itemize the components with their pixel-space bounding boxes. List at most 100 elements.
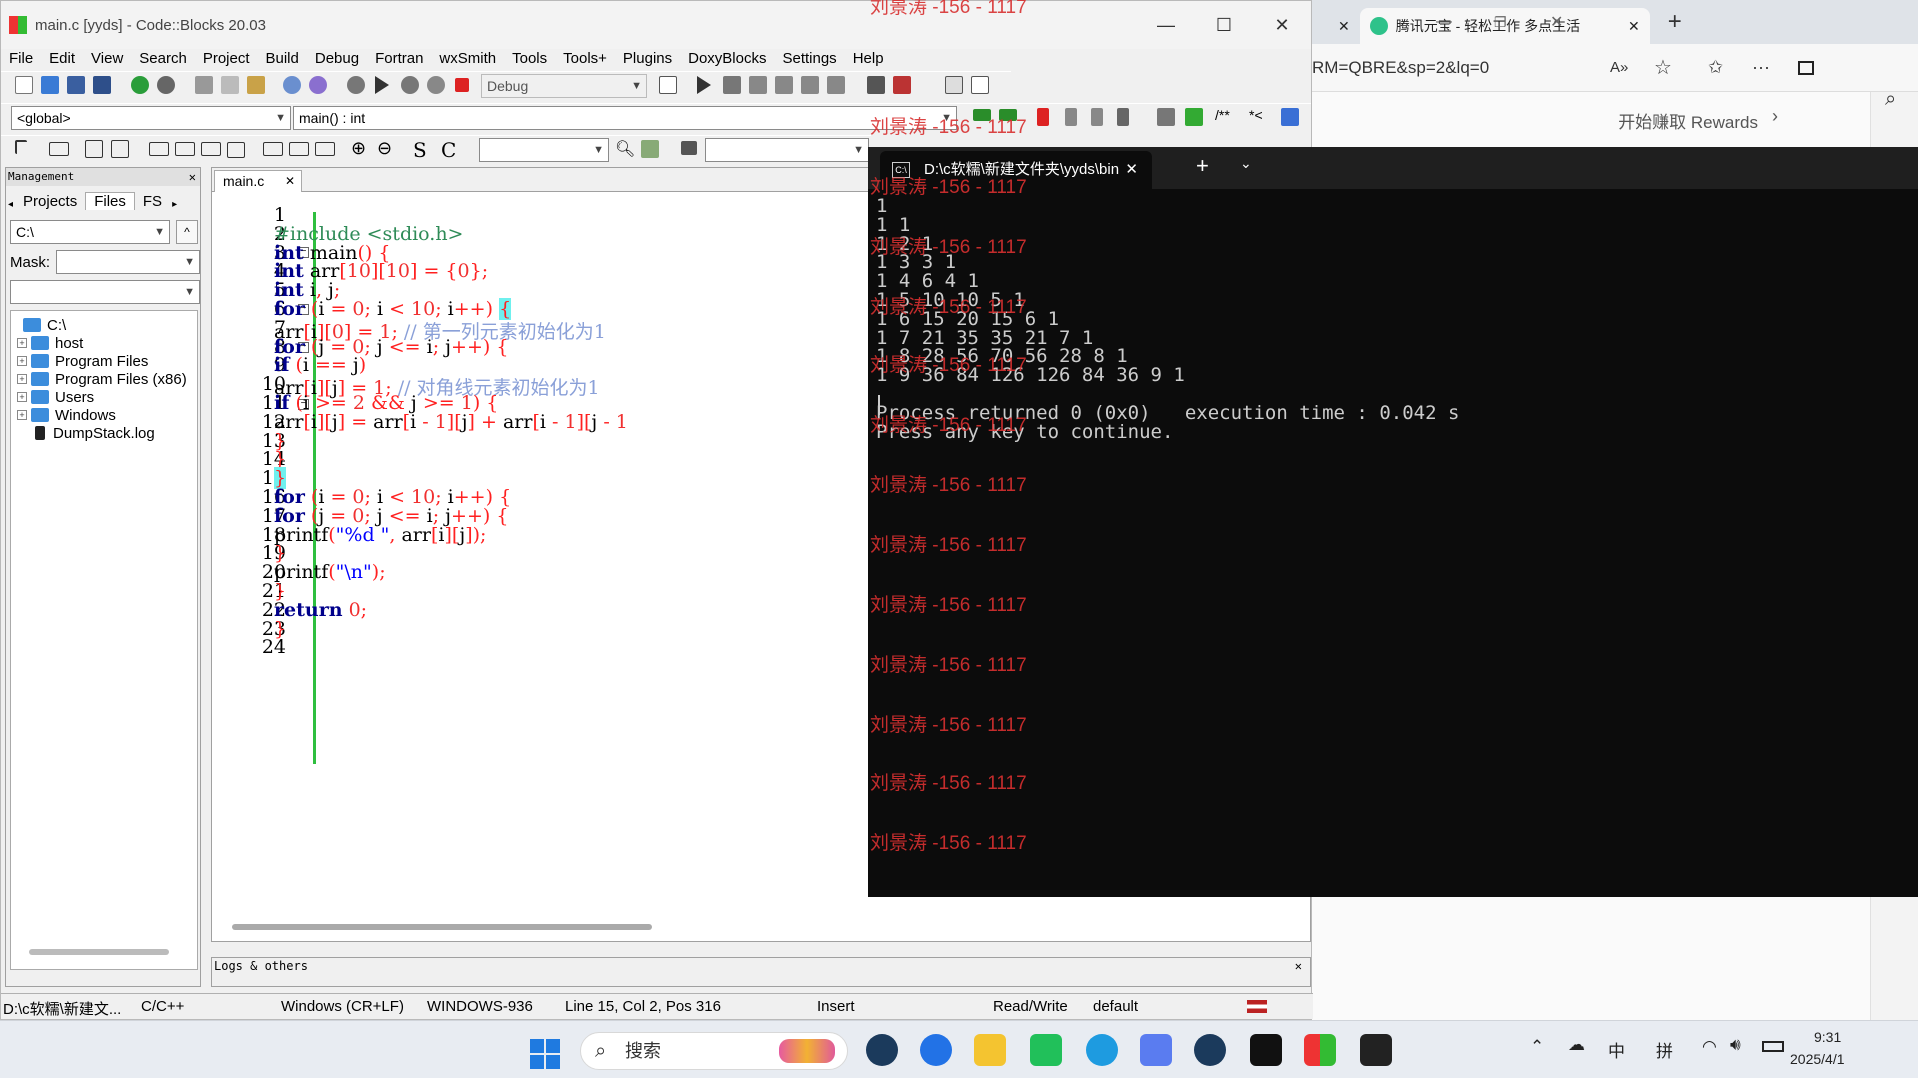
terminal-taskbar-icon[interactable] [1360, 1034, 1392, 1066]
minimize-button[interactable]: — [1137, 1, 1195, 49]
new-tab-icon[interactable]: + [1668, 8, 1682, 36]
steam2-icon[interactable] [1194, 1034, 1226, 1066]
menu-file[interactable]: File [1, 49, 41, 71]
stop-debug-icon[interactable] [893, 76, 911, 94]
border3-icon[interactable] [315, 142, 335, 156]
build-icon[interactable] [347, 76, 365, 94]
menu-help[interactable]: Help [845, 49, 892, 71]
replace-icon[interactable] [309, 76, 327, 94]
border2-icon[interactable] [289, 142, 309, 156]
search-combo[interactable]: ▼ [479, 138, 609, 162]
tab-projects[interactable]: Projects [15, 193, 85, 210]
expand-icon[interactable]: + [17, 374, 27, 384]
settings-wrench-icon[interactable] [641, 140, 659, 158]
save-all-icon[interactable] [93, 76, 111, 94]
menu-debug[interactable]: Debug [307, 49, 367, 71]
doxy-icon[interactable] [1157, 108, 1175, 126]
align-icon[interactable] [149, 142, 169, 156]
next-bookmark-icon[interactable] [1091, 108, 1103, 126]
function-select[interactable]: main() : int ▼ [293, 106, 957, 130]
menu-plugins[interactable]: Plugins [615, 49, 680, 71]
close-icon[interactable]: ✕ [1125, 151, 1138, 189]
cloud-icon[interactable]: ☁ [1568, 1035, 1585, 1055]
step-into-icon[interactable] [775, 76, 793, 94]
border-icon[interactable] [263, 142, 283, 156]
abort-icon[interactable] [455, 78, 469, 92]
expand-icon[interactable]: + [17, 356, 27, 366]
ime-pinyin[interactable]: 拼 [1656, 1037, 1673, 1062]
new-file-icon[interactable] [15, 76, 33, 94]
box-icon[interactable] [49, 142, 69, 156]
scope-select[interactable]: <global> ▼ [11, 106, 291, 130]
expand-icon[interactable]: + [17, 392, 27, 402]
tab-files[interactable]: Files [85, 192, 135, 210]
info-icon[interactable] [971, 76, 989, 94]
debug-windows-icon[interactable] [945, 76, 963, 94]
tab-fs[interactable]: FS [135, 193, 170, 210]
mask-input[interactable]: ▼ [56, 250, 200, 274]
read-aloud-icon[interactable]: A» [1610, 59, 1628, 76]
build-target-select[interactable]: Debug ▼ [481, 74, 647, 98]
feishu-icon[interactable] [920, 1034, 952, 1066]
minimize-icon[interactable]: — [1436, 13, 1452, 31]
music-icon[interactable] [1250, 1034, 1282, 1066]
sidebar-toggle-icon[interactable] [1798, 60, 1814, 75]
chevron-down-icon[interactable]: ⌄ [1240, 155, 1252, 172]
build-run-icon[interactable] [401, 76, 419, 94]
up-dir-button[interactable]: ^ [176, 220, 198, 244]
s-icon[interactable]: S [413, 138, 427, 162]
file-explorer-icon[interactable] [974, 1034, 1006, 1066]
menu-search[interactable]: Search [131, 49, 195, 71]
volume-icon[interactable]: 🔊︎ [1730, 1035, 1741, 1055]
pointer-icon[interactable] [15, 140, 27, 154]
redo-icon[interactable] [157, 76, 175, 94]
menu-doxyblocks[interactable]: DoxyBlocks [680, 49, 774, 71]
grid2-icon[interactable] [111, 140, 129, 158]
codeblocks-taskbar-icon[interactable] [1304, 1034, 1336, 1066]
app-blue-icon[interactable] [1140, 1034, 1172, 1066]
menu-project[interactable]: Project [195, 49, 258, 71]
wifi-icon[interactable]: ◠ [1702, 1037, 1717, 1057]
battery-icon[interactable] [1762, 1041, 1784, 1052]
rebuild-icon[interactable] [427, 76, 445, 94]
tree-item-program-files-x86[interactable]: + Program Files (x86) [17, 369, 201, 389]
clear-bookmarks-icon[interactable] [1117, 108, 1129, 126]
c-icon[interactable]: C [441, 138, 456, 162]
comment-line-icon[interactable]: *< [1249, 107, 1263, 123]
zoom-in-icon[interactable]: ⊕ [351, 138, 366, 159]
menu-view[interactable]: View [83, 49, 131, 71]
tree-item-c-drive[interactable]: C:\ [23, 315, 66, 335]
tree-item-host[interactable]: + host [17, 333, 83, 353]
open-icon[interactable] [41, 76, 59, 94]
clock-date[interactable]: 2025/4/1 [1790, 1051, 1845, 1067]
code-line[interactable]: printf("%d ", arr[i][j]); [274, 524, 486, 546]
horizontal-scrollbar[interactable] [232, 924, 652, 930]
ime-mode[interactable]: 中 [1608, 1037, 1625, 1062]
next-instruction-icon[interactable] [827, 76, 845, 94]
close-button[interactable]: ✕ [1253, 1, 1311, 49]
run-to-cursor-icon[interactable] [723, 76, 741, 94]
wechat-store-icon[interactable] [1030, 1034, 1062, 1066]
copy-icon[interactable] [221, 76, 239, 94]
paste-icon[interactable] [247, 76, 265, 94]
edge-tab-close-icon[interactable]: ✕ [1328, 8, 1360, 44]
tree-item-users[interactable]: + Users [17, 387, 94, 407]
rewards-link[interactable]: 开始赚取 Rewards [1618, 108, 1758, 133]
run-icon[interactable] [375, 76, 389, 94]
filter-select[interactable]: ▼ [10, 280, 200, 304]
close-window-icon[interactable]: ✕ [1550, 12, 1563, 32]
drive-select[interactable]: C:\ ▼ [10, 220, 170, 244]
menu-tools-plus[interactable]: Tools+ [555, 49, 615, 71]
tree-item-windows[interactable]: + Windows [17, 405, 116, 425]
scroll-right-icon[interactable]: ▸ [170, 199, 179, 210]
search-icon[interactable]: ⌕ [1885, 88, 1896, 111]
next-line-icon[interactable] [749, 76, 767, 94]
horizontal-scrollbar[interactable] [29, 949, 169, 955]
close-icon[interactable]: ✕ [1628, 18, 1640, 35]
menu-build[interactable]: Build [258, 49, 307, 71]
menu-tools[interactable]: Tools [504, 49, 555, 71]
undo-icon[interactable] [131, 76, 149, 94]
code-line[interactable]: printf("\n"); [274, 561, 386, 583]
clock-time[interactable]: 9:31 [1814, 1029, 1841, 1045]
edge-address-bar[interactable]: RM=QBRE&sp=2&lq=0 A» ☆ ✩ ··· [1310, 44, 1918, 92]
